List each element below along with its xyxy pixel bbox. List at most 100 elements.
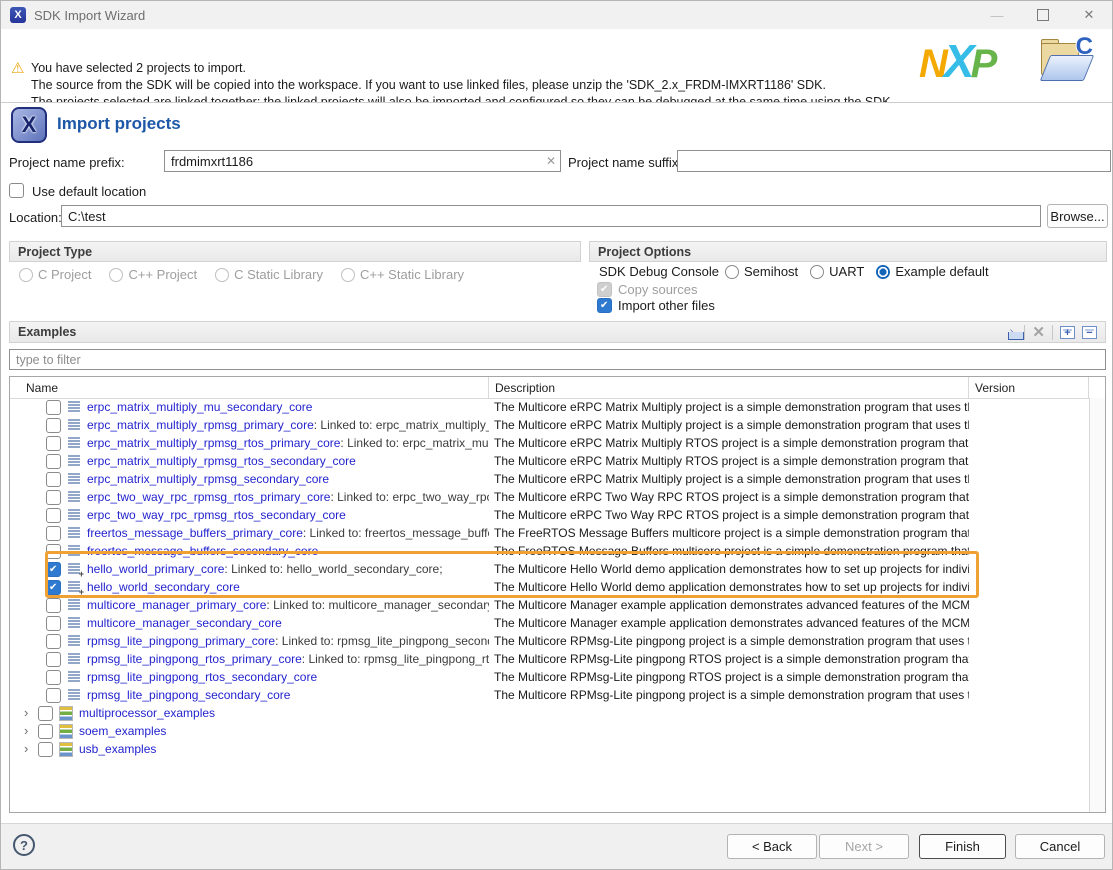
table-row[interactable]: freertos_message_buffers_secondary_coreT… — [10, 542, 1089, 560]
project-name-link[interactable]: erpc_two_way_rpc_rpmsg_rtos_secondary_co… — [87, 508, 346, 522]
project-name-link[interactable]: erpc_two_way_rpc_rpmsg_rtos_primary_core — [87, 490, 330, 504]
project-name-link[interactable]: erpc_matrix_multiply_mu_secondary_core — [87, 400, 312, 414]
row-checkbox[interactable] — [46, 490, 61, 505]
row-checkbox[interactable] — [46, 670, 61, 685]
table-row[interactable]: › soem_examples — [10, 722, 1089, 740]
import-other-files-checkbox[interactable] — [597, 298, 612, 313]
column-header-name[interactable]: Name — [10, 377, 489, 398]
table-row[interactable]: multicore_manager_primary_core : Linked … — [10, 596, 1089, 614]
row-checkbox[interactable] — [46, 544, 61, 559]
column-header-version[interactable]: Version — [969, 377, 1089, 398]
expand-chevron-icon[interactable]: › — [24, 742, 38, 756]
radio-uart[interactable]: UART — [810, 264, 864, 279]
project-name-link[interactable]: usb_examples — [79, 742, 156, 756]
column-header-description[interactable]: Description — [489, 377, 969, 398]
row-checkbox[interactable] — [46, 472, 61, 487]
copy-sources-checkbox[interactable] — [597, 282, 612, 297]
filter-input[interactable] — [9, 349, 1106, 370]
maximize-icon[interactable] — [1020, 1, 1066, 29]
browse-button[interactable]: Browse... — [1047, 204, 1108, 228]
project-item-icon — [68, 653, 80, 666]
row-checkbox[interactable] — [46, 652, 61, 667]
radio-icon — [215, 268, 229, 282]
project-name-link[interactable]: hello_world_secondary_core — [87, 580, 240, 594]
project-name-link[interactable]: multicore_manager_primary_core — [87, 598, 266, 612]
expand-chevron-icon[interactable]: › — [24, 706, 38, 720]
project-name-link[interactable]: erpc_matrix_multiply_rpmsg_rtos_primary_… — [87, 436, 340, 450]
expand-chevron-icon[interactable]: › — [24, 724, 38, 738]
linked-to-text: : Linked to: erpc_matrix_multiply_rpmsg_… — [340, 436, 489, 450]
project-name-link[interactable]: rpmsg_lite_pingpong_primary_core — [87, 634, 275, 648]
row-checkbox[interactable] — [46, 598, 61, 613]
clear-selection-icon[interactable]: ✕ — [1032, 325, 1045, 340]
table-row[interactable]: erpc_matrix_multiply_rpmsg_rtos_primary_… — [10, 434, 1089, 452]
table-row[interactable]: erpc_matrix_multiply_rpmsg_rtos_secondar… — [10, 452, 1089, 470]
radio-c-static-library[interactable]: C Static Library — [215, 267, 323, 282]
table-row[interactable]: › usb_examples — [10, 740, 1089, 758]
project-name-link[interactable]: freertos_message_buffers_secondary_core — [87, 544, 318, 558]
project-name-link[interactable]: erpc_matrix_multiply_rpmsg_primary_core — [87, 418, 314, 432]
minimize-icon[interactable]: — — [974, 1, 1020, 29]
row-checkbox[interactable] — [38, 706, 53, 721]
close-icon[interactable]: ✕ — [1066, 1, 1112, 29]
project-item-icon — [68, 689, 80, 702]
table-row[interactable]: hello_world_secondary_coreThe Multicore … — [10, 578, 1089, 596]
radio-cpp-static-library[interactable]: C++ Static Library — [341, 267, 464, 282]
table-row[interactable]: rpmsg_lite_pingpong_rtos_primary_core : … — [10, 650, 1089, 668]
finish-button[interactable]: Finish — [919, 834, 1006, 859]
row-checkbox[interactable] — [46, 634, 61, 649]
radio-c-project[interactable]: C Project — [19, 267, 91, 282]
row-checkbox[interactable] — [46, 418, 61, 433]
project-name-prefix-input[interactable] — [164, 150, 561, 172]
row-checkbox[interactable] — [46, 616, 61, 631]
row-checkbox[interactable] — [46, 688, 61, 703]
radio-cpp-project[interactable]: C++ Project — [109, 267, 197, 282]
clear-prefix-icon[interactable]: ✕ — [546, 154, 556, 168]
project-name-link[interactable]: soem_examples — [79, 724, 166, 738]
collapse-all-icon[interactable] — [1082, 326, 1097, 339]
table-row[interactable]: erpc_two_way_rpc_rpmsg_rtos_secondary_co… — [10, 506, 1089, 524]
project-name-link[interactable]: multicore_manager_secondary_core — [87, 616, 282, 630]
table-row[interactable]: erpc_matrix_multiply_rpmsg_primary_core … — [10, 416, 1089, 434]
project-name-link[interactable]: rpmsg_lite_pingpong_rtos_primary_core — [87, 652, 302, 666]
row-checkbox[interactable] — [46, 436, 61, 451]
table-row[interactable]: rpmsg_lite_pingpong_primary_core : Linke… — [10, 632, 1089, 650]
row-checkbox[interactable] — [46, 400, 61, 415]
radio-semihost[interactable]: Semihost — [725, 264, 798, 279]
help-icon[interactable]: ? — [13, 834, 35, 856]
project-name-link[interactable]: erpc_matrix_multiply_rpmsg_rtos_secondar… — [87, 454, 356, 468]
table-row[interactable]: rpmsg_lite_pingpong_rtos_secondary_coreT… — [10, 668, 1089, 686]
cancel-button[interactable]: Cancel — [1015, 834, 1105, 859]
table-row[interactable]: erpc_matrix_multiply_rpmsg_secondary_cor… — [10, 470, 1089, 488]
row-checkbox[interactable] — [46, 580, 61, 595]
row-checkbox[interactable] — [46, 508, 61, 523]
project-name-link[interactable]: hello_world_primary_core — [87, 562, 224, 576]
use-default-location-checkbox[interactable] — [9, 183, 24, 198]
expand-all-icon[interactable] — [1060, 326, 1075, 339]
vertical-scrollbar[interactable] — [1089, 398, 1105, 812]
table-row[interactable]: erpc_matrix_multiply_mu_secondary_core Th… — [10, 398, 1089, 416]
table-row[interactable]: erpc_two_way_rpc_rpmsg_rtos_primary_core… — [10, 488, 1089, 506]
row-checkbox[interactable] — [38, 742, 53, 757]
project-name-suffix-input[interactable] — [677, 150, 1111, 172]
row-checkbox[interactable] — [38, 724, 53, 739]
location-input[interactable] — [61, 205, 1041, 227]
project-name-link[interactable]: freertos_message_buffers_primary_core — [87, 526, 303, 540]
import-example-icon[interactable]: → — [999, 325, 1017, 340]
row-checkbox[interactable] — [46, 526, 61, 541]
project-name-link[interactable]: rpmsg_lite_pingpong_rtos_secondary_core — [87, 670, 317, 684]
table-row[interactable]: hello_world_primary_core : Linked to: he… — [10, 560, 1089, 578]
radio-example-default[interactable]: Example default — [876, 264, 988, 279]
row-description: The Multicore eRPC Matrix Multiply proje… — [489, 400, 969, 414]
project-name-link[interactable]: rpmsg_lite_pingpong_secondary_core — [87, 688, 290, 702]
table-row[interactable]: › multiprocessor_examples — [10, 704, 1089, 722]
table-row[interactable]: multicore_manager_secondary_coreThe Mult… — [10, 614, 1089, 632]
table-row[interactable]: freertos_message_buffers_primary_core : … — [10, 524, 1089, 542]
table-row[interactable]: rpmsg_lite_pingpong_secondary_coreThe Mu… — [10, 686, 1089, 704]
project-name-link[interactable]: erpc_matrix_multiply_rpmsg_secondary_cor… — [87, 472, 329, 486]
row-checkbox[interactable] — [46, 454, 61, 469]
back-button[interactable]: < Back — [727, 834, 817, 859]
row-checkbox[interactable] — [46, 562, 61, 577]
project-name-link[interactable]: multiprocessor_examples — [79, 706, 215, 720]
next-button[interactable]: Next > — [819, 834, 909, 859]
